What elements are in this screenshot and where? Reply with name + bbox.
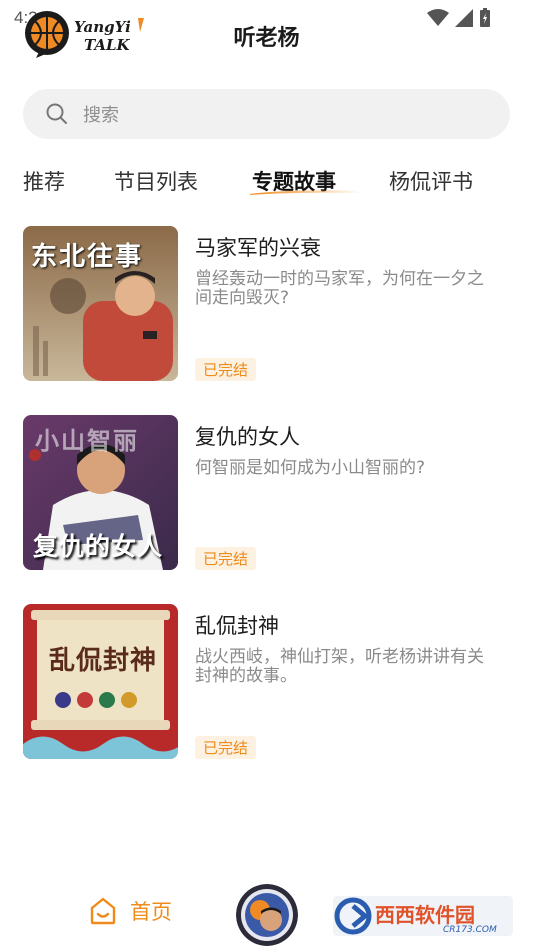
story-cover: 小山智丽 复仇的女人 <box>23 415 178 570</box>
cover-subtitle: 小山智丽 <box>35 427 139 455</box>
story-cover: 乱侃封神 <box>23 604 178 759</box>
cover-title: 乱侃封神 <box>49 646 158 676</box>
status-badge: 已完结 <box>195 358 257 381</box>
home-icon <box>90 897 116 925</box>
story-title: 乱侃封神 <box>195 614 279 638</box>
status-badge: 已完结 <box>195 736 257 759</box>
story-item[interactable]: 乱侃封神 乱侃封神 战火西岐，神仙打架，听老杨讲讲有关封神的故事。 已完结 <box>23 604 511 760</box>
watermark-text: 西西软件园 <box>375 903 475 927</box>
watermark-logo: 西西软件园 CR173.COM <box>333 896 513 936</box>
bottom-nav: 首页 西西软件园 CR173.COM <box>0 878 533 948</box>
tab-yangkan-pingshu[interactable]: 杨侃评书 <box>389 166 473 196</box>
nav-home-label: 首页 <box>130 900 172 924</box>
watermark-subtext: CR173.COM <box>443 925 497 935</box>
active-tab-indicator <box>250 190 362 195</box>
story-description: 何智丽是如何成为小山智丽的? <box>195 458 426 478</box>
story-title: 复仇的女人 <box>195 425 300 449</box>
story-cover: 东北往事 <box>23 226 178 381</box>
status-badge: 已完结 <box>195 547 257 570</box>
tab-bar: 推荐 节目列表 专题故事 杨侃评书 <box>0 166 533 206</box>
player-avatar-button[interactable] <box>236 884 298 946</box>
cover-title: 复仇的女人 <box>33 532 164 561</box>
story-description: 曾经轰动一时的马家军，为何在一夕之间走向毁灭? <box>195 269 484 308</box>
nav-home[interactable]: 首页 <box>88 896 172 926</box>
story-description: 战火西岐，神仙打架，听老杨讲讲有关封神的故事。 <box>195 647 484 686</box>
tab-program-list[interactable]: 节目列表 <box>114 166 198 196</box>
story-item[interactable]: 小山智丽 复仇的女人 复仇的女人 何智丽是如何成为小山智丽的? 已完结 <box>23 415 511 571</box>
search-placeholder: 搜索 <box>83 105 119 126</box>
search-input[interactable]: 搜索 <box>23 89 510 139</box>
page-title: 听老杨 <box>233 26 300 51</box>
search-icon <box>46 103 67 124</box>
story-title: 马家军的兴衰 <box>195 236 321 260</box>
cover-title: 东北往事 <box>31 242 144 272</box>
tab-recommend[interactable]: 推荐 <box>23 166 65 196</box>
story-item[interactable]: 东北往事 马家军的兴衰 曾经轰动一时的马家军，为何在一夕之间走向毁灭? 已完结 <box>23 226 511 382</box>
